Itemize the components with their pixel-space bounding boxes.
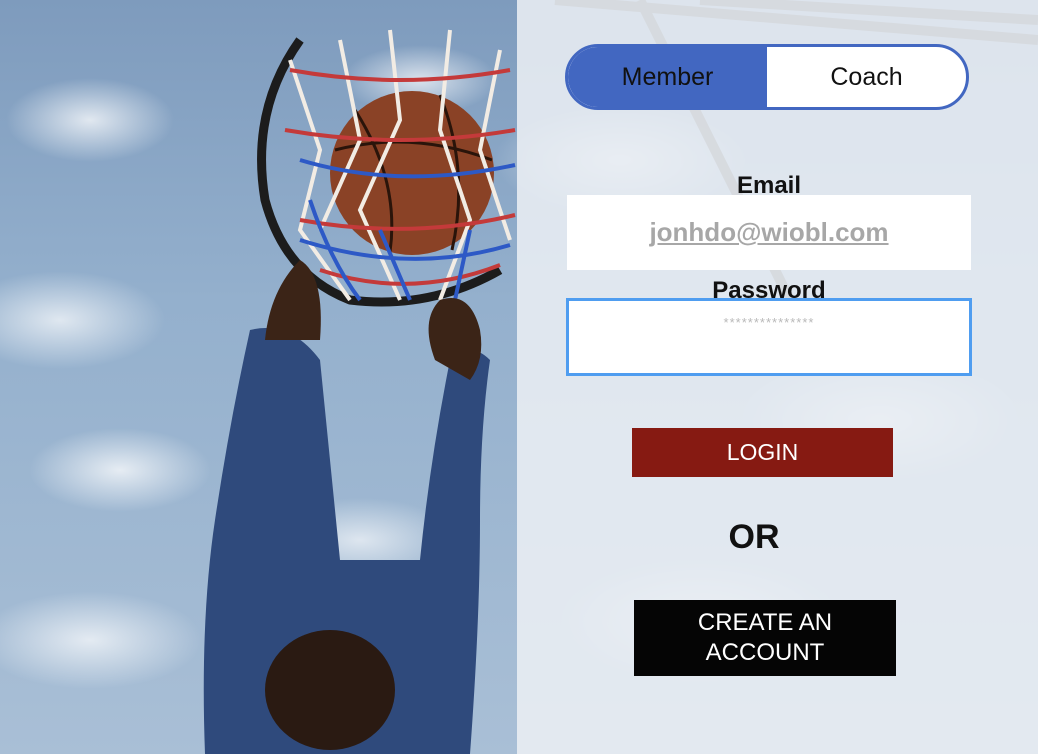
or-separator: OR (728, 518, 780, 556)
player-left-hand (265, 260, 321, 340)
email-field[interactable]: jonhdo@wiobl.com (567, 195, 971, 270)
player-right-hand (428, 298, 482, 380)
create-account-button[interactable]: CREATE AN ACCOUNT (634, 600, 896, 676)
password-field[interactable]: *************** (566, 298, 972, 376)
login-button[interactable]: LOGIN (632, 428, 893, 477)
email-value: jonhdo@wiobl.com (649, 217, 889, 247)
coach-tab[interactable]: Coach (767, 47, 966, 107)
member-tab[interactable]: Member (568, 47, 767, 107)
create-account-label: CREATE AN ACCOUNT (697, 609, 833, 666)
role-toggle: Member Coach (565, 44, 969, 110)
player-head (265, 630, 395, 750)
password-mask: *************** (723, 315, 815, 330)
